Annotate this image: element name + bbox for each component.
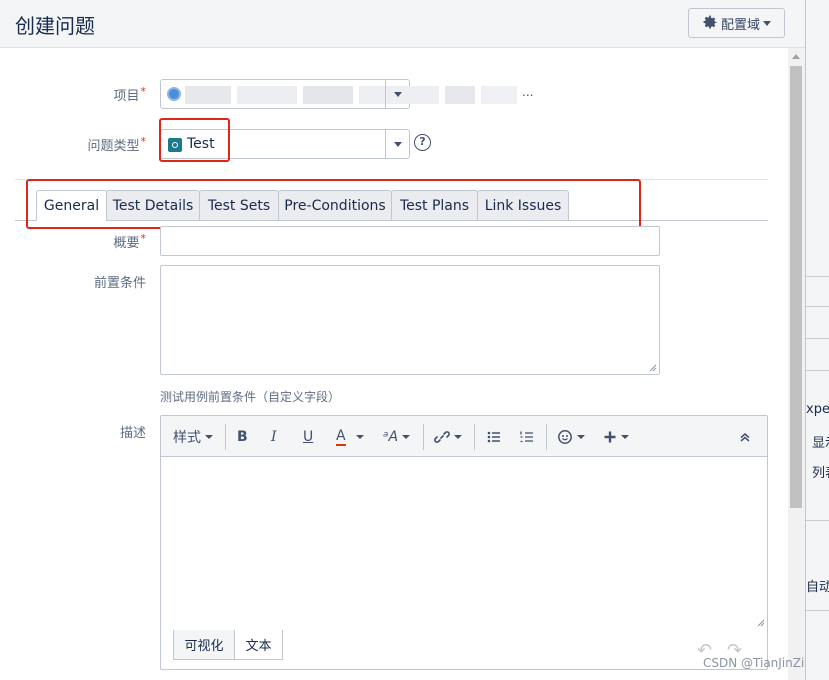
- chevron-down-icon: [454, 435, 462, 439]
- description-editor-body[interactable]: [161, 457, 767, 629]
- chevron-down-icon: [205, 435, 213, 439]
- required-mark: *: [140, 85, 147, 98]
- description-label: 描述: [119, 426, 146, 441]
- mode-tab-text[interactable]: 文本: [234, 630, 283, 660]
- dialog-header: 创建问题 配置域: [0, 0, 805, 48]
- collapse-toolbar-button[interactable]: [739, 427, 751, 447]
- font-size-icon: ᵃA: [383, 429, 399, 445]
- chevron-down-icon: [402, 435, 411, 439]
- dialog-title: 创建问题: [15, 14, 95, 38]
- project-avatar-icon: [167, 87, 181, 101]
- dialog-scrollbar[interactable]: [788, 48, 805, 680]
- emoticon-icon: [558, 430, 572, 444]
- font-size-button[interactable]: ᵃA: [383, 427, 411, 447]
- resize-handle-icon[interactable]: [649, 364, 657, 372]
- chevron-down-icon: [621, 435, 629, 439]
- highlight-box-issue-type: [159, 118, 230, 162]
- precondition-textarea[interactable]: [160, 265, 660, 375]
- mode-tab-visual[interactable]: 可视化: [173, 630, 235, 660]
- chevron-down-icon: [393, 141, 402, 147]
- editor-toolbar: 样式 B I U A ᵃA: [161, 416, 767, 457]
- configure-fields-button[interactable]: 配置域: [688, 8, 785, 38]
- description-editor: 样式 B I U A ᵃA 可视化 文本 ↶ ↷: [160, 415, 768, 670]
- resize-handle-icon[interactable]: [757, 619, 765, 627]
- required-mark: *: [140, 232, 147, 245]
- chevron-down-icon: [393, 91, 402, 97]
- plus-icon: [604, 431, 616, 443]
- link-button[interactable]: [434, 427, 462, 447]
- required-mark: *: [140, 135, 147, 148]
- numbered-list-icon: [520, 431, 533, 443]
- bullet-list-button[interactable]: [486, 427, 502, 447]
- configure-fields-label: 配置域: [720, 17, 760, 33]
- strip-text: xpec: [806, 402, 829, 417]
- project-dropdown-toggle[interactable]: [385, 80, 409, 108]
- highlight-box-tabs: [26, 179, 641, 229]
- double-chevron-up-icon: [740, 433, 750, 442]
- numbered-list-button[interactable]: [519, 427, 535, 447]
- help-icon[interactable]: ?: [414, 134, 431, 151]
- strip-text: 列表: [812, 466, 829, 481]
- strip-text: 显示: [812, 436, 829, 451]
- issue-type-dropdown-toggle[interactable]: [385, 130, 409, 158]
- text-color-button[interactable]: A: [336, 427, 364, 447]
- summary-label: 概要*: [113, 232, 147, 251]
- gear-icon: [703, 15, 717, 29]
- bold-button[interactable]: B: [237, 427, 248, 447]
- chevron-down-icon: [763, 20, 771, 26]
- scroll-up-arrow-icon[interactable]: [792, 54, 800, 59]
- chevron-down-icon: [577, 435, 585, 439]
- style-dropdown[interactable]: 样式: [173, 427, 213, 447]
- precondition-hint: 测试用例前置条件（自定义字段）: [160, 390, 341, 404]
- bullet-list-icon: [487, 431, 500, 443]
- background-page-strip: xpec 显示 列表 自动编: [805, 0, 829, 680]
- scroll-thumb[interactable]: [790, 66, 802, 508]
- project-label: 项目*: [113, 85, 147, 104]
- summary-input[interactable]: [160, 226, 660, 256]
- issue-type-label: 问题类型*: [87, 135, 147, 154]
- project-select[interactable]: ...: [160, 79, 533, 109]
- precondition-label: 前置条件: [93, 276, 146, 291]
- emoticon-button[interactable]: [557, 427, 585, 447]
- text-color-icon: A: [336, 428, 346, 446]
- chevron-down-icon: [355, 435, 364, 439]
- insert-more-button[interactable]: [603, 427, 629, 447]
- strip-text: 自动编: [806, 580, 829, 595]
- italic-button[interactable]: I: [271, 427, 277, 447]
- project-value-ellipsis: ...: [522, 85, 534, 99]
- underline-button[interactable]: U: [303, 427, 313, 447]
- link-icon: [434, 431, 450, 443]
- watermark: CSDN @TianJinZi: [703, 656, 805, 670]
